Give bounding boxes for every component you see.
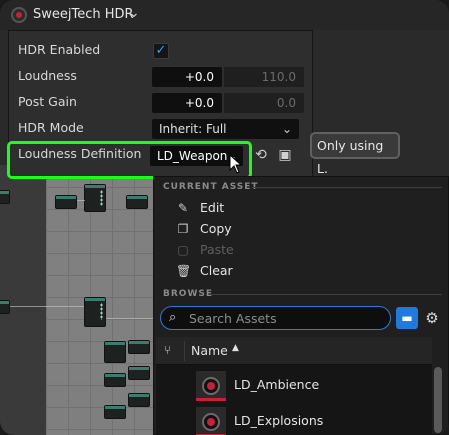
graph-node[interactable] bbox=[0, 190, 10, 204]
graph-node[interactable] bbox=[84, 184, 106, 212]
graph-node[interactable] bbox=[128, 393, 150, 407]
hdr-mode-row: HDR Mode Inherit: Full ⌄ bbox=[9, 116, 314, 142]
menu-item-clear[interactable]: 🗑 Clear bbox=[164, 262, 364, 282]
trash-icon: 🗑 bbox=[176, 264, 192, 278]
graph-node[interactable] bbox=[84, 297, 106, 327]
graph-node[interactable] bbox=[104, 405, 126, 419]
loudness-label: Loudness bbox=[18, 68, 77, 83]
graph-node[interactable] bbox=[126, 195, 148, 209]
loudness-definition-asset-icon bbox=[196, 407, 226, 435]
show-in-browser-button[interactable]: ▬ bbox=[396, 307, 418, 329]
chevron-down-icon: ⌄ bbox=[281, 122, 292, 136]
hdr-enabled-label: HDR Enabled bbox=[18, 42, 101, 57]
post-gain-row: Post Gain +0.0 0.0 bbox=[9, 90, 314, 116]
asset-title: SweejTech HDR bbox=[33, 7, 134, 22]
hdr-enabled-row: HDR Enabled ✓ bbox=[9, 38, 314, 64]
search-icon: ⌕ bbox=[169, 310, 177, 325]
post-gain-label: Post Gain bbox=[18, 94, 77, 109]
paste-icon: ▢ bbox=[177, 243, 189, 257]
column-separator bbox=[184, 341, 185, 361]
list-item[interactable]: LD_Explosions bbox=[156, 404, 432, 435]
menu-item-label: Edit bbox=[200, 200, 225, 215]
graph-wire bbox=[10, 306, 84, 307]
loudness-value-field[interactable]: +0.0 bbox=[152, 67, 222, 87]
loudness-definition-asset-icon bbox=[196, 371, 226, 401]
sound-cue-icon bbox=[11, 7, 27, 23]
browse-folder-icon[interactable]: ▣ bbox=[276, 146, 294, 164]
search-box[interactable]: ⌕ bbox=[160, 306, 391, 330]
asset-name: LD_Explosions bbox=[234, 413, 324, 428]
menu-item-paste[interactable]: ▢ Paste bbox=[164, 241, 364, 261]
name-column-header[interactable]: Name bbox=[191, 343, 228, 358]
graph-wire bbox=[77, 200, 85, 201]
loudness-row: Loudness +0.0 110.0 bbox=[9, 64, 314, 90]
browse-header: BROWSE bbox=[163, 289, 213, 299]
post-gain-value-field[interactable]: +0.0 bbox=[152, 93, 222, 113]
branch-icon[interactable]: ⑂ bbox=[164, 343, 171, 357]
graph-node[interactable] bbox=[104, 373, 126, 387]
menu-item-label: Copy bbox=[200, 221, 232, 236]
menu-item-edit[interactable]: ✎ Edit bbox=[164, 199, 364, 219]
chevron-down-icon[interactable]: ⌄ bbox=[128, 5, 140, 21]
graph-node[interactable] bbox=[128, 366, 150, 380]
editor-window: SweejTech HDR ⌄ HDR Enabled ✓ Loudness +… bbox=[0, 0, 449, 435]
asset-list: ⑂ Name ▲ LD_Ambience LD_Explosions bbox=[156, 337, 432, 435]
hdr-mode-dropdown[interactable]: Inherit: Full ⌄ bbox=[152, 119, 299, 139]
graph-node[interactable] bbox=[55, 195, 77, 209]
current-asset-header: CURRENT ASSET bbox=[163, 182, 259, 192]
asset-name: LD_Ambience bbox=[234, 377, 320, 392]
hdr-mode-label: HDR Mode bbox=[18, 120, 84, 135]
loudness-definition-value: LD_Weapon bbox=[157, 149, 228, 163]
list-header: ⑂ Name ▲ bbox=[156, 337, 432, 365]
scrollbar[interactable] bbox=[434, 367, 442, 433]
mouse-cursor-icon bbox=[229, 154, 243, 174]
graph-wire bbox=[106, 318, 154, 319]
list-item[interactable]: LD_Ambience bbox=[156, 368, 432, 404]
copy-icon: ❐ bbox=[177, 222, 189, 236]
divider bbox=[252, 187, 442, 188]
post-gain-secondary-field[interactable]: 0.0 bbox=[224, 93, 304, 113]
graph-node[interactable] bbox=[128, 340, 150, 354]
graph-node[interactable] bbox=[0, 300, 10, 314]
folder-icon: ▬ bbox=[401, 311, 413, 325]
menu-item-copy[interactable]: ❐ Copy bbox=[164, 220, 364, 240]
loudness-secondary-field[interactable]: 110.0 bbox=[224, 67, 304, 87]
gear-icon[interactable]: ⚙ bbox=[422, 307, 442, 329]
menu-item-label: Paste bbox=[200, 242, 234, 257]
title-bar[interactable]: SweejTech HDR ⌄ bbox=[0, 0, 449, 30]
hdr-enabled-checkbox[interactable]: ✓ bbox=[153, 43, 169, 59]
hdr-mode-value: Inherit: Full bbox=[159, 122, 227, 136]
use-selected-icon[interactable]: ⟲ bbox=[252, 146, 270, 164]
menu-item-label: Clear bbox=[200, 263, 233, 278]
divider bbox=[210, 294, 442, 295]
pencil-icon: ✎ bbox=[177, 201, 189, 215]
only-using-button[interactable]: Only using L. bbox=[310, 132, 400, 176]
sort-ascending-icon: ▲ bbox=[232, 343, 239, 353]
search-input[interactable] bbox=[189, 310, 384, 326]
graph-node[interactable] bbox=[104, 341, 126, 363]
asset-picker-dropdown: CURRENT ASSET ✎ Edit ❐ Copy ▢ Paste 🗑 Cl… bbox=[153, 176, 449, 435]
